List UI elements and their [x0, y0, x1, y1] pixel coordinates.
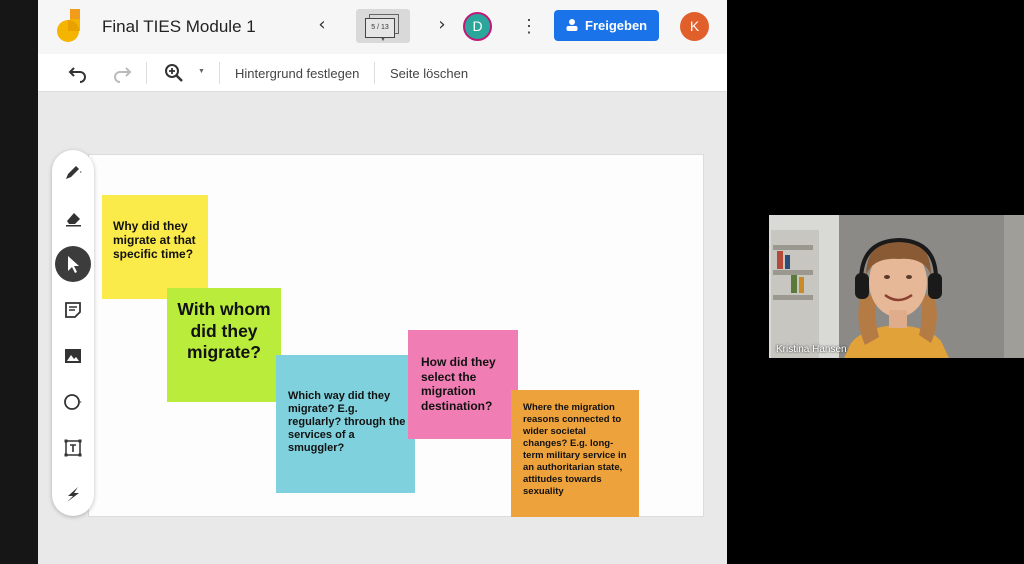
- participant-video-tile[interactable]: Kristina Hansen: [769, 215, 1024, 358]
- text-box-tool[interactable]: [55, 430, 91, 466]
- tool-rail: [52, 150, 94, 516]
- sticky-note-text: Why did they migrate at that specific ti…: [113, 219, 196, 261]
- left-border: [0, 0, 38, 564]
- image-icon: [65, 349, 81, 363]
- set-background-button[interactable]: Hintergrund festlegen: [235, 66, 359, 81]
- zoom-in-icon[interactable]: [164, 63, 184, 83]
- frame-bar-toggle[interactable]: 5 / 13 ▼: [356, 9, 410, 43]
- delete-frame-button[interactable]: Seite löschen: [390, 66, 468, 81]
- sticky-note-icon: [65, 302, 81, 318]
- sticky-note[interactable]: Where the migration reasons connected to…: [511, 390, 639, 517]
- sticky-note[interactable]: How did they select the migration destin…: [408, 330, 518, 439]
- laser-icon: [67, 487, 79, 502]
- share-button[interactable]: Freigeben: [554, 10, 659, 41]
- toolbar-divider: [374, 62, 375, 84]
- zoom-dropdown-icon[interactable]: ▼: [198, 68, 205, 75]
- person-add-icon: [566, 19, 578, 31]
- eraser-tool[interactable]: [55, 200, 91, 236]
- next-frame-button[interactable]: ›: [430, 13, 454, 37]
- select-tool[interactable]: [55, 246, 91, 282]
- chevron-down-icon: ▼: [380, 37, 386, 43]
- share-label: Freigeben: [585, 18, 648, 33]
- edit-toolbar: ▼ Hintergrund festlegen Seite löschen: [38, 54, 727, 92]
- sticky-note-text: Where the migration reasons connected to…: [523, 402, 627, 497]
- laser-tool[interactable]: [55, 476, 91, 512]
- image-tool[interactable]: [55, 338, 91, 374]
- top-bar: Final TIES Module 1 ‹ 5 / 13 ▼ › D ⋮ Fre…: [38, 0, 727, 54]
- cursor-icon: [68, 256, 79, 273]
- prev-frame-button[interactable]: ‹: [310, 13, 334, 37]
- participant-name: Kristina Hansen: [776, 344, 847, 355]
- shape-tool[interactable]: [55, 384, 91, 420]
- sticky-note[interactable]: With whom did they migrate?: [167, 288, 281, 402]
- toolbar-divider: [219, 62, 220, 84]
- jamboard-window: Final TIES Module 1 ‹ 5 / 13 ▼ › D ⋮ Fre…: [38, 0, 727, 564]
- collaborator-avatar[interactable]: D: [463, 12, 492, 41]
- pen-tool[interactable]: [55, 154, 91, 190]
- user-avatar[interactable]: K: [680, 12, 709, 41]
- sticky-note[interactable]: Why did they migrate at that specific ti…: [102, 195, 208, 299]
- eraser-icon: [66, 213, 81, 227]
- canvas-area: Why did they migrate at that specific ti…: [38, 92, 727, 564]
- jamboard-logo-icon: [57, 9, 80, 42]
- screen: Final TIES Module 1 ‹ 5 / 13 ▼ › D ⋮ Fre…: [0, 0, 1024, 564]
- pen-icon: [66, 166, 82, 179]
- redo-icon[interactable]: [112, 63, 132, 83]
- sticky-note-text: With whom did they migrate?: [177, 299, 271, 362]
- sticky-note-text: How did they select the migration destin…: [421, 355, 496, 413]
- circle-icon: [64, 394, 82, 410]
- board-title[interactable]: Final TIES Module 1: [102, 17, 256, 37]
- more-vert-icon[interactable]: ⋮: [520, 14, 538, 38]
- sticky-note[interactable]: Which way did they migrate? E.g. regular…: [276, 355, 415, 493]
- frame-counter: 5 / 13: [365, 18, 395, 38]
- text-box-icon: [64, 439, 82, 457]
- sticky-note-text: Which way did they migrate? E.g. regular…: [288, 390, 406, 454]
- sticky-note-tool[interactable]: [55, 292, 91, 328]
- participant-video-feed: [769, 215, 1024, 358]
- undo-icon[interactable]: [68, 63, 88, 83]
- toolbar-divider: [146, 62, 147, 84]
